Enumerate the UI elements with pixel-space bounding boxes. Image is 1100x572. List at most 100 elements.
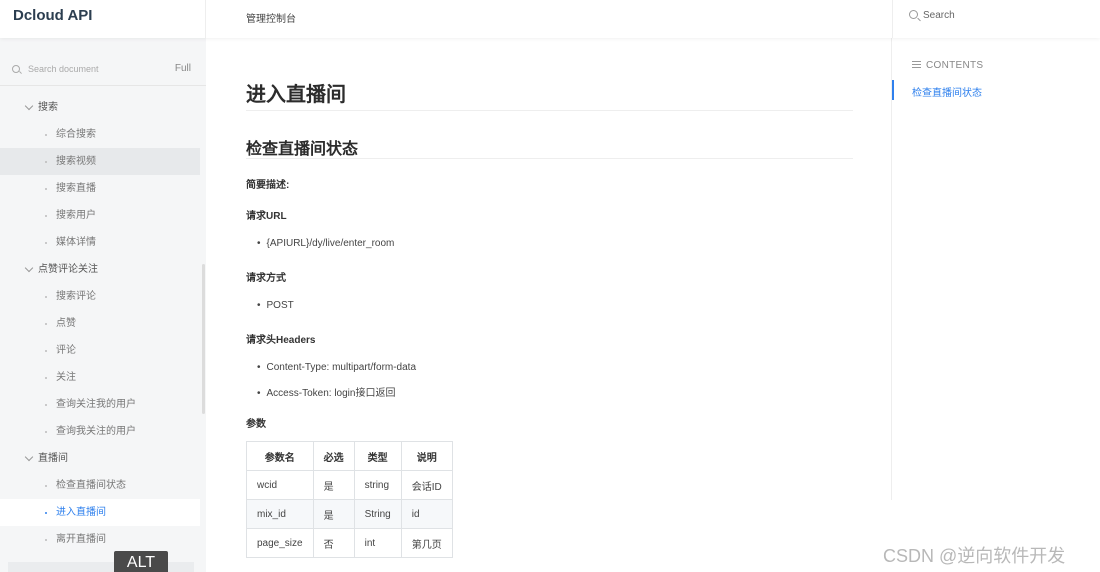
table-cell: int [353, 528, 402, 558]
nav-item-label: 搜索用户 [56, 210, 96, 221]
sidebar-scrollbar[interactable] [202, 264, 205, 414]
search-icon [909, 10, 918, 19]
request-method-label: 请求方式 [246, 273, 286, 284]
request-headers-label: 请求头Headers [246, 335, 316, 346]
nav-group-label: 直播间 [38, 453, 68, 464]
nav-item-search-live[interactable]: 搜索直播 [0, 175, 206, 202]
bullet-dot [45, 350, 47, 352]
section-divider [246, 158, 853, 159]
column-header: 参数名 [246, 441, 314, 471]
nav-item-label: 评论 [56, 345, 76, 356]
table-cell: string [353, 470, 402, 500]
nav-item-enter-live-room[interactable]: 进入直播间 [0, 499, 200, 526]
nav-item-search-video[interactable]: 搜索视频 [0, 148, 200, 175]
toc-title: CONTENTS [912, 60, 983, 71]
request-url-value: {APIURL}/dy/live/enter_room [257, 238, 395, 249]
bullet-dot [45, 323, 47, 325]
alt-key-badge: ALT [114, 551, 168, 572]
watermark: CSDN @逆向软件开发 [883, 546, 1066, 566]
toc-divider [891, 38, 892, 500]
nav-item-label: 查询关注我的用户 [56, 399, 136, 410]
header-access-token: Access-Token: login接口返回 [257, 384, 396, 399]
list-icon [912, 61, 921, 68]
nav-group-label: 点赞评论关注 [38, 264, 98, 275]
table-cell: wcid [246, 470, 314, 500]
toc-active-indicator [892, 80, 894, 100]
table-row: page_size 否 int 第几页 [246, 528, 453, 558]
table-header-row: 参数名 必选 类型 说明 [246, 441, 453, 471]
toc-item-check-live-status[interactable]: 检查直播间状态 [912, 84, 982, 99]
table-cell: String [353, 499, 402, 529]
chevron-down-icon [24, 452, 34, 462]
nav-item-label: 离开直播间 [56, 534, 106, 545]
top-search-placeholder: Search [923, 10, 955, 21]
table-cell: id [400, 499, 453, 529]
nav-item-label: 进入直播间 [56, 507, 106, 518]
table-cell: 会话ID [400, 470, 453, 500]
nav-item-general-search[interactable]: 综合搜索 [0, 121, 206, 148]
sidebar-divider [0, 85, 206, 86]
breadcrumb-console-link[interactable]: 管理控制台 [246, 10, 296, 25]
table-cell: 是 [312, 499, 355, 529]
request-method-value: POST [257, 300, 294, 311]
bullet-dot [45, 296, 47, 298]
nav-item-comment[interactable]: 评论 [0, 337, 206, 364]
nav-item-like[interactable]: 点赞 [0, 310, 206, 337]
nav-item-label: 检查直播间状态 [56, 480, 126, 491]
column-header: 说明 [400, 441, 453, 471]
nav-item-follow[interactable]: 关注 [0, 364, 206, 391]
title-divider [246, 110, 853, 111]
sidebar-nav: 搜索 综合搜索 搜索视频 搜索直播 搜索用户 媒体详情 点赞评论关注 搜索评论 … [0, 94, 206, 553]
table-cell: mix_id [246, 499, 314, 529]
search-icon [12, 65, 20, 73]
bullet-dot [45, 161, 47, 163]
params-label: 参数 [246, 419, 266, 430]
sidebar-search-placeholder: Search document [28, 64, 99, 74]
bullet-dot [45, 188, 47, 190]
chevron-down-icon [24, 101, 34, 111]
nav-item-leave-live-room[interactable]: 离开直播间 [0, 526, 206, 553]
nav-item-media-detail[interactable]: 媒体详情 [0, 229, 206, 256]
top-bar: Dcloud API 管理控制台 Search [0, 0, 1100, 38]
bullet-dot [45, 134, 47, 136]
nav-item-search-user[interactable]: 搜索用户 [0, 202, 206, 229]
table-cell: 第几页 [400, 528, 453, 558]
brand-logo[interactable]: Dcloud API [0, 0, 206, 38]
sidebar-search-input[interactable]: Search document Full [0, 56, 206, 82]
nav-group-like-comment-follow[interactable]: 点赞评论关注 [0, 256, 206, 283]
table-cell: 否 [312, 528, 355, 558]
bullet-dot [45, 512, 47, 514]
nav-item-label: 搜索评论 [56, 291, 96, 302]
table-row: wcid 是 string 会话ID [246, 470, 453, 500]
brief-description-label: 简要描述: [246, 180, 290, 191]
bullet-dot [45, 431, 47, 433]
nav-group-search[interactable]: 搜索 [0, 94, 206, 121]
section-heading: 检查直播间状态 [246, 141, 359, 158]
params-table: 参数名 必选 类型 说明 wcid 是 string 会话ID mix_id 是… [246, 441, 453, 558]
table-cell: page_size [246, 528, 314, 558]
nav-group-live-room[interactable]: 直播间 [0, 445, 206, 472]
nav-item-followers[interactable]: 查询关注我的用户 [0, 391, 206, 418]
bullet-dot [45, 485, 47, 487]
sidebar: Search document Full 搜索 综合搜索 搜索视频 搜索直播 搜… [0, 38, 206, 572]
table-cell: 是 [312, 470, 355, 500]
bullet-dot [45, 377, 47, 379]
full-search-toggle[interactable]: Full [175, 56, 191, 82]
nav-item-following[interactable]: 查询我关注的用户 [0, 418, 206, 445]
nav-item-label: 关注 [56, 372, 76, 383]
request-url-label: 请求URL [246, 211, 287, 222]
bullet-dot [45, 404, 47, 406]
nav-item-search-comment[interactable]: 搜索评论 [0, 283, 206, 310]
nav-item-label: 点赞 [56, 318, 76, 329]
nav-item-label: 媒体详情 [56, 237, 96, 248]
table-row: mix_id 是 String id [246, 499, 453, 529]
bullet-dot [45, 539, 47, 541]
nav-item-check-live-status[interactable]: 检查直播间状态 [0, 472, 206, 499]
nav-item-label: 搜索直播 [56, 183, 96, 194]
header-content-type: Content-Type: multipart/form-data [257, 362, 417, 373]
chevron-down-icon [24, 263, 34, 273]
page-title: 进入直播间 [246, 84, 346, 106]
nav-item-label: 综合搜索 [56, 129, 96, 140]
top-search-input[interactable]: Search [892, 0, 1100, 38]
toc-title-label: CONTENTS [926, 60, 984, 71]
